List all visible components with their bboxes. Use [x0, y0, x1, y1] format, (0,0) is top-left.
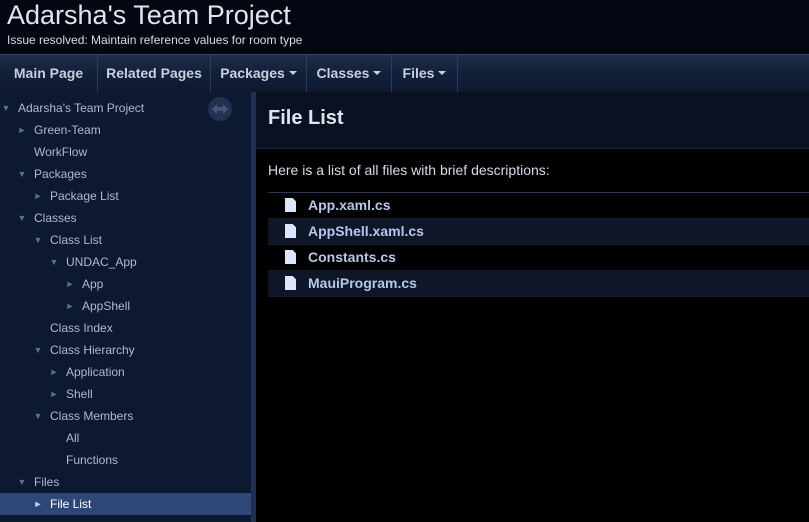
tree-item-label: Packages	[34, 167, 87, 181]
tree-item-shell[interactable]: ► Shell	[0, 383, 251, 405]
main-menu: Main Page Related Pages Packages Classes…	[0, 54, 809, 92]
menu-related-pages[interactable]: Related Pages	[98, 55, 211, 92]
tree-item-label: Adarsha's Team Project	[18, 101, 145, 115]
tree-item-undac-app[interactable]: ▼ UNDAC_App	[0, 251, 251, 273]
triangle-right-icon[interactable]: ►	[48, 383, 60, 405]
tree-item-package-list[interactable]: ► Package List	[0, 185, 251, 207]
tree-item-label: Shell	[66, 387, 93, 401]
caret-down-icon	[373, 71, 382, 76]
intro-text: Here is a list of all files with brief d…	[268, 162, 550, 178]
tree-item-green-team[interactable]: ► Green-Team	[0, 119, 251, 141]
file-row: MauiProgram.cs	[268, 271, 809, 297]
tree-item-label: Functions	[66, 453, 119, 467]
tree-item-class-index[interactable]: Class Index	[0, 317, 251, 339]
tree-item-workflow[interactable]: WorkFlow	[0, 141, 251, 163]
file-link[interactable]: MauiProgram.cs	[308, 275, 417, 291]
tree-item-appshell[interactable]: ► AppShell	[0, 295, 251, 317]
tree-item-class-members[interactable]: ▼ Class Members	[0, 405, 251, 427]
menu-main-page-label: Main Page	[13, 65, 84, 81]
tree-item-label: Class Index	[50, 321, 113, 335]
sync-arrows-icon	[212, 104, 228, 114]
caret-down-icon	[438, 71, 447, 76]
tree-item-class-hierarchy[interactable]: ▼ Class Hierarchy	[0, 339, 251, 361]
file-link[interactable]: AppShell.xaml.cs	[308, 223, 424, 239]
triangle-down-icon[interactable]: ▼	[32, 229, 44, 251]
menu-classes-label: Classes	[316, 65, 370, 81]
tree-item-label: Application	[66, 365, 125, 379]
triangle-down-icon[interactable]: ▼	[16, 207, 28, 229]
file-table: App.xaml.cs AppShell.xaml.cs Constants.c…	[268, 192, 809, 297]
file-icon	[285, 198, 296, 212]
menu-main-page[interactable]: Main Page	[0, 55, 98, 92]
triangle-right-icon[interactable]: ►	[16, 119, 28, 141]
tree-item-label: App	[82, 277, 104, 291]
menu-files-label: Files	[402, 65, 435, 81]
triangle-right-icon[interactable]: ►	[32, 185, 44, 207]
triangle-right-icon[interactable]: ►	[32, 493, 44, 515]
tree-item-label: Green-Team	[34, 123, 101, 137]
triangle-down-icon[interactable]: ▼	[16, 163, 28, 185]
tree-item-label: Classes	[34, 211, 77, 225]
triangle-right-icon[interactable]: ►	[64, 273, 76, 295]
tree-item-label: AppShell	[82, 299, 131, 313]
menu-files[interactable]: Files	[392, 55, 458, 92]
triangle-right-icon[interactable]: ►	[48, 361, 60, 383]
tree-item-file-list[interactable]: ► File List	[0, 493, 251, 515]
tree-item-packages[interactable]: ▼ Packages	[0, 163, 251, 185]
menu-packages-label: Packages	[220, 65, 285, 81]
tree-item-label: Class List	[50, 233, 103, 247]
triangle-down-icon[interactable]: ▼	[32, 405, 44, 427]
project-brief: Issue resolved: Maintain reference value…	[7, 33, 303, 47]
tree-item-label: Class Members	[50, 409, 134, 423]
triangle-down-icon[interactable]: ▼	[48, 251, 60, 273]
file-row: App.xaml.cs	[268, 193, 809, 219]
tree-item-files[interactable]: ▼ Files	[0, 471, 251, 493]
file-link[interactable]: Constants.cs	[308, 249, 396, 265]
file-link[interactable]: App.xaml.cs	[308, 197, 390, 213]
tree-item-functions[interactable]: Functions	[0, 449, 251, 471]
tree-item-app[interactable]: ► App	[0, 273, 251, 295]
tree-item-application[interactable]: ► Application	[0, 361, 251, 383]
menu-packages[interactable]: Packages	[211, 55, 307, 92]
caret-down-icon	[288, 71, 297, 76]
tree-item-label: File List	[50, 497, 92, 511]
file-row: Constants.cs	[268, 245, 809, 271]
menu-related-pages-label: Related Pages	[106, 65, 202, 81]
triangle-down-icon[interactable]: ▼	[16, 471, 28, 493]
menu-classes[interactable]: Classes	[307, 55, 392, 92]
tree-item-label: WorkFlow	[34, 145, 88, 159]
tree-item-label: Package List	[50, 189, 119, 203]
page-header: File List	[256, 92, 809, 149]
tree-item-label: All	[66, 431, 80, 445]
title-area: Adarsha's Team Project Issue resolved: M…	[0, 0, 809, 54]
page-title: File List	[268, 107, 344, 129]
tree-item-label: Class Hierarchy	[50, 343, 135, 357]
file-icon	[285, 250, 296, 264]
tree-item-class-list[interactable]: ▼ Class List	[0, 229, 251, 251]
tree-item-all[interactable]: All	[0, 427, 251, 449]
file-icon	[285, 224, 296, 238]
triangle-down-icon[interactable]: ▼	[0, 97, 12, 119]
triangle-down-icon[interactable]: ▼	[32, 339, 44, 361]
triangle-right-icon[interactable]: ►	[64, 295, 76, 317]
project-name: Adarsha's Team Project	[7, 0, 291, 30]
file-row: AppShell.xaml.cs	[268, 219, 809, 245]
tree-item-classes[interactable]: ▼ Classes	[0, 207, 251, 229]
sync-button[interactable]	[208, 97, 232, 121]
side-nav-tree: ▼ Adarsha's Team Project ► Green-Team Work…	[0, 92, 251, 522]
file-icon	[285, 276, 296, 290]
tree-item-label: UNDAC_App	[66, 255, 137, 269]
tree-item-label: Files	[34, 475, 60, 489]
content-area: File List Here is a list of all files wi…	[256, 92, 809, 522]
